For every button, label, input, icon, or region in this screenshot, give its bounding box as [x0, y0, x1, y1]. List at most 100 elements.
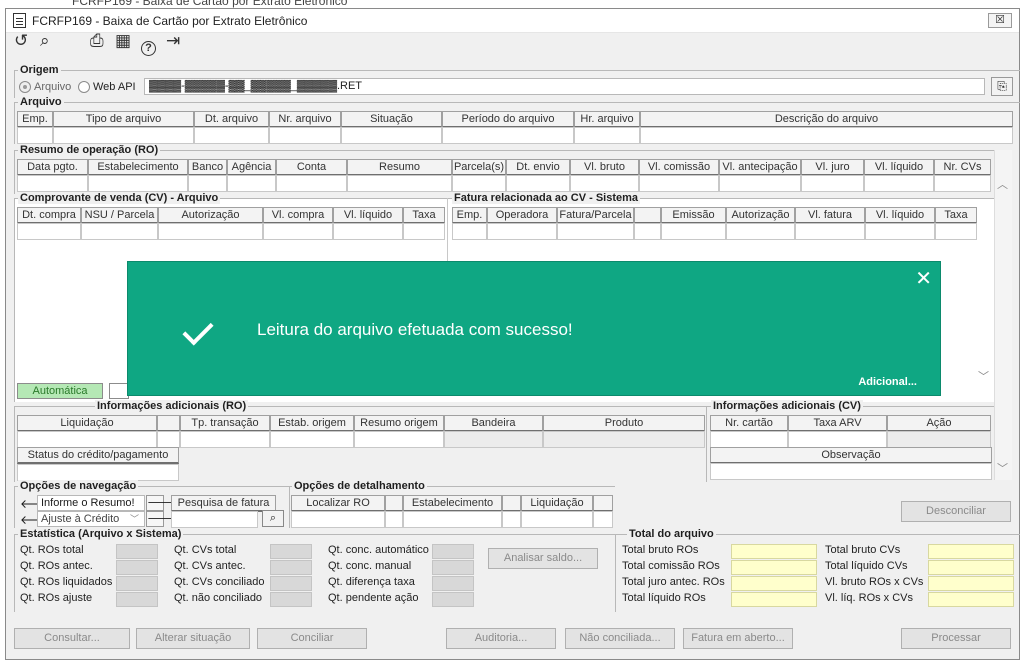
- info_ro-columns-header: [157, 415, 180, 432]
- auditoria-button[interactable]: Auditoria...: [446, 628, 556, 649]
- table-cell: [263, 223, 333, 240]
- table-cell: [502, 511, 521, 528]
- statistic-value: [116, 576, 158, 591]
- resumo-columns-header: Estabelecimento: [88, 159, 188, 176]
- statistic-value: [270, 544, 312, 559]
- table-cell: [521, 511, 593, 528]
- nao-conciliada-button[interactable]: Não conciliada...: [565, 628, 675, 649]
- conciliar-button[interactable]: Conciliar: [257, 628, 367, 649]
- exit-icon[interactable]: ⇥: [166, 32, 180, 49]
- cv-columns-header: Taxa: [403, 207, 445, 224]
- cv-columns-header: Autorização: [158, 207, 263, 224]
- total-label-item: Total bruto ROs: [622, 544, 699, 556]
- table-cell: [403, 223, 445, 240]
- resumo-columns-header: Conta: [276, 159, 347, 176]
- table-cell: [593, 511, 613, 528]
- info-cv-label: Informações adicionais (CV): [711, 400, 863, 412]
- detalhamento-columns-header: [385, 495, 403, 512]
- fatura-columns-header: Operadora: [487, 207, 557, 224]
- detalhamento-columns-header: Estabelecimento: [403, 495, 502, 512]
- inner-scroll-down-icon[interactable]: ﹀: [978, 368, 989, 384]
- table-cell: [17, 431, 157, 448]
- undo-icon[interactable]: ↺: [14, 32, 28, 49]
- statistic-label: Qt. ROs antec.: [20, 560, 93, 572]
- chevron-down-icon[interactable]: ﹀: [130, 512, 139, 525]
- table-cell: [341, 127, 442, 144]
- radio-arquivo[interactable]: [19, 81, 31, 93]
- search-icon[interactable]: ⌕: [40, 32, 50, 49]
- toast-adicional-link[interactable]: Adicional...: [858, 376, 917, 388]
- table-cell: [795, 223, 865, 240]
- scroll-down-icon[interactable]: ﹀: [997, 460, 1008, 476]
- informe-resumo-input[interactable]: Informe o Resumo!: [37, 495, 145, 511]
- total-value: [928, 576, 1014, 591]
- table-cell: [269, 127, 341, 144]
- statistic-value: [432, 576, 474, 591]
- processar-button[interactable]: Processar: [901, 628, 1011, 649]
- consultar-button[interactable]: Consultar...: [14, 628, 130, 649]
- fatura-columns-header: Emissão: [661, 207, 726, 224]
- table-cell: [452, 175, 506, 192]
- calendar-icon[interactable]: ▦: [115, 32, 131, 49]
- fatura-aberto-button[interactable]: Fatura em aberto...: [683, 628, 793, 649]
- ajuste-select[interactable]: Ajuste à Crédito: [37, 511, 145, 527]
- fatura-columns-header: Taxa: [935, 207, 977, 224]
- vertical-scrollbar[interactable]: [994, 150, 1012, 480]
- table-cell: [17, 127, 53, 144]
- alterar-situacao-button[interactable]: Alterar situação: [136, 628, 250, 649]
- table-cell: [347, 175, 452, 192]
- resumo-columns-header: Resumo: [347, 159, 452, 176]
- table-cell: [570, 175, 639, 192]
- radio-webapi[interactable]: [78, 81, 90, 93]
- pesquisa-fatura-header: Pesquisa de fatura: [171, 495, 276, 512]
- arquivo-columns-header: Dt. arquivo: [194, 111, 269, 128]
- resumo-columns-header: Vl. comissão: [639, 159, 719, 176]
- total-value: [928, 592, 1014, 607]
- resumo-columns-header: Agência: [227, 159, 276, 176]
- navegacao-label: Opções de navegação: [18, 480, 139, 492]
- scroll-up-icon[interactable]: ︿: [997, 176, 1008, 192]
- total-value: [731, 560, 817, 575]
- fatura-label: Fatura relacionada ao CV - Sistema: [452, 192, 641, 204]
- table-cell: [452, 223, 487, 240]
- resumo-columns-header: Vl. bruto: [570, 159, 639, 176]
- analisar-saldo-button[interactable]: Analisar saldo...: [488, 548, 598, 569]
- origem-label: Origem: [18, 64, 61, 76]
- close-button[interactable]: ☒: [988, 13, 1012, 28]
- statistic-value: [432, 592, 474, 607]
- fatura-columns-header: Autorização: [726, 207, 795, 224]
- table-cell: [157, 431, 180, 448]
- info_ro-columns-header: Liquidação: [17, 415, 157, 432]
- statistic-label: Qt. CVs total: [174, 544, 237, 556]
- table-cell: [639, 175, 719, 192]
- observacao-cell: [710, 463, 992, 480]
- statistic-label: Qt. conc. automático: [328, 544, 429, 556]
- next-ajuste-button[interactable]: 🡒: [146, 511, 177, 527]
- window-title: FCRFP169 - Baixa de Cartão por Extrato E…: [32, 14, 308, 28]
- print-icon[interactable]: ⎙: [90, 32, 104, 49]
- help-icon[interactable]: ?: [141, 41, 156, 56]
- fatura-columns-header: Vl. líquido: [865, 207, 935, 224]
- file-path-input[interactable]: ▓▓▓▓-▓▓▓▓▓-▓▓_▓▓▓▓▓_▓▓▓▓▓.RET: [144, 78, 985, 95]
- detalhamento-columns-header: [502, 495, 521, 512]
- toast-message: Leitura do arquivo efetuada com sucesso!: [257, 320, 573, 339]
- table-cell: [661, 223, 726, 240]
- total-label-item: Total líquido ROs: [622, 592, 706, 604]
- desconciliar-button[interactable]: Desconciliar: [901, 501, 1011, 522]
- browse-file-button[interactable]: ⎘: [991, 77, 1013, 96]
- resumo-columns-header: Nr. CVs: [934, 159, 991, 176]
- fatura-columns-header: Vl. fatura: [795, 207, 865, 224]
- next-resumo-button[interactable]: 🡒: [146, 495, 177, 511]
- resumo-columns-header: Data pgto.: [17, 159, 88, 176]
- table-cell: [557, 223, 634, 240]
- table-cell: [81, 223, 158, 240]
- statistic-value: [270, 592, 312, 607]
- table-cell: [726, 223, 795, 240]
- toast-close-icon[interactable]: ✕: [915, 266, 932, 291]
- statistic-value: [116, 592, 158, 607]
- pesquisa-search-icon[interactable]: ⌕: [262, 510, 284, 527]
- table-cell: [158, 223, 263, 240]
- pesquisa-fatura-input[interactable]: [171, 511, 258, 528]
- table-cell: [17, 223, 81, 240]
- statistic-label: Qt. pendente ação: [328, 592, 419, 604]
